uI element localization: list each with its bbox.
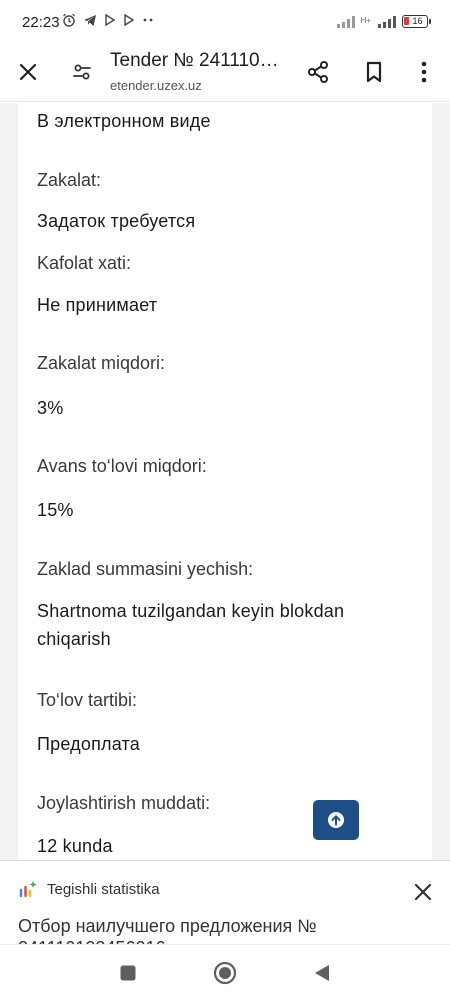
deposit-value: Задаток требуется bbox=[37, 211, 196, 231]
notification-icons bbox=[62, 13, 154, 31]
recents-button[interactable] bbox=[114, 959, 142, 987]
panel-title: Tegishli statistika bbox=[47, 881, 160, 898]
battery-level: 16 bbox=[412, 16, 423, 26]
signal-icon bbox=[378, 14, 396, 28]
guarantee-letter-label: Kafolat xati: bbox=[37, 253, 132, 273]
page-title: Tender № 241110… bbox=[110, 50, 279, 71]
guarantee-letter-value: Не принимает bbox=[37, 295, 158, 315]
panel-close-button[interactable] bbox=[406, 875, 440, 909]
status-bar: 22:23 H+ 16 bbox=[0, 0, 450, 44]
tune-icon bbox=[73, 64, 91, 80]
network-type: H+ bbox=[360, 16, 371, 25]
custom-tab-header: Tender № 241110… etender.uzex.uz bbox=[0, 44, 450, 102]
payment-terms-label: To‘lov tartibi: bbox=[37, 690, 138, 710]
related-statistics-link[interactable]: Отбор наилучшего предложения № 241110102… bbox=[18, 915, 438, 944]
system-navigation-bar bbox=[0, 944, 450, 1000]
back-triangle-icon bbox=[315, 965, 329, 981]
deposit-label: Zakalat: bbox=[37, 170, 102, 190]
battery-icon: 16 bbox=[402, 14, 431, 28]
deposit-amount-label: Zakalat miqdori: bbox=[37, 353, 166, 373]
more-dots-icon bbox=[142, 14, 154, 30]
signal-icon bbox=[336, 14, 355, 28]
placement-period-label: Joylashtirish muddati: bbox=[37, 793, 211, 813]
bookmark-button[interactable] bbox=[356, 54, 392, 90]
close-icon bbox=[19, 63, 37, 81]
deposit-release-label: Zaklad summasini yechish: bbox=[37, 559, 254, 579]
share-icon bbox=[308, 61, 328, 83]
back-button[interactable] bbox=[308, 959, 336, 987]
telegram-icon bbox=[83, 14, 97, 31]
scroll-to-top-button[interactable] bbox=[313, 800, 359, 840]
play-icon bbox=[104, 13, 116, 30]
home-circle-icon bbox=[213, 961, 237, 985]
home-button[interactable] bbox=[211, 959, 239, 987]
alarm-icon bbox=[62, 13, 76, 31]
status-time: 22:23 bbox=[22, 14, 60, 31]
status-indicators: H+ 16 bbox=[336, 14, 431, 28]
placement-period-value: 12 kunda bbox=[37, 836, 113, 856]
more-options-button[interactable] bbox=[406, 54, 442, 90]
bookmark-icon bbox=[366, 61, 382, 83]
payment-terms-value: Предоплата bbox=[37, 734, 140, 754]
close-button[interactable] bbox=[10, 54, 46, 90]
tender-details-card: В электронном виде Zakalat: Задаток треб… bbox=[18, 103, 432, 860]
google-insights-icon bbox=[18, 879, 38, 904]
more-vert-icon bbox=[421, 61, 427, 83]
submission-form-value: В электронном виде bbox=[37, 111, 211, 131]
share-button[interactable] bbox=[300, 54, 336, 90]
close-icon bbox=[414, 883, 432, 901]
site-settings-button[interactable] bbox=[64, 54, 100, 90]
play-icon bbox=[123, 13, 135, 30]
page-url: etender.uzex.uz bbox=[110, 78, 202, 93]
arrow-up-circle-icon bbox=[328, 812, 344, 828]
deposit-amount-value: 3% bbox=[37, 398, 64, 418]
advance-payment-label: Avans to‘lovi miqdori: bbox=[37, 456, 207, 476]
deposit-release-value: Shartnoma tuzilgandan keyin blokdan chiq… bbox=[37, 601, 345, 649]
advance-payment-value: 15% bbox=[37, 500, 74, 520]
related-statistics-panel: Tegishli statistika Отбор наилучшего пре… bbox=[0, 860, 450, 944]
recents-square-icon bbox=[120, 965, 136, 981]
